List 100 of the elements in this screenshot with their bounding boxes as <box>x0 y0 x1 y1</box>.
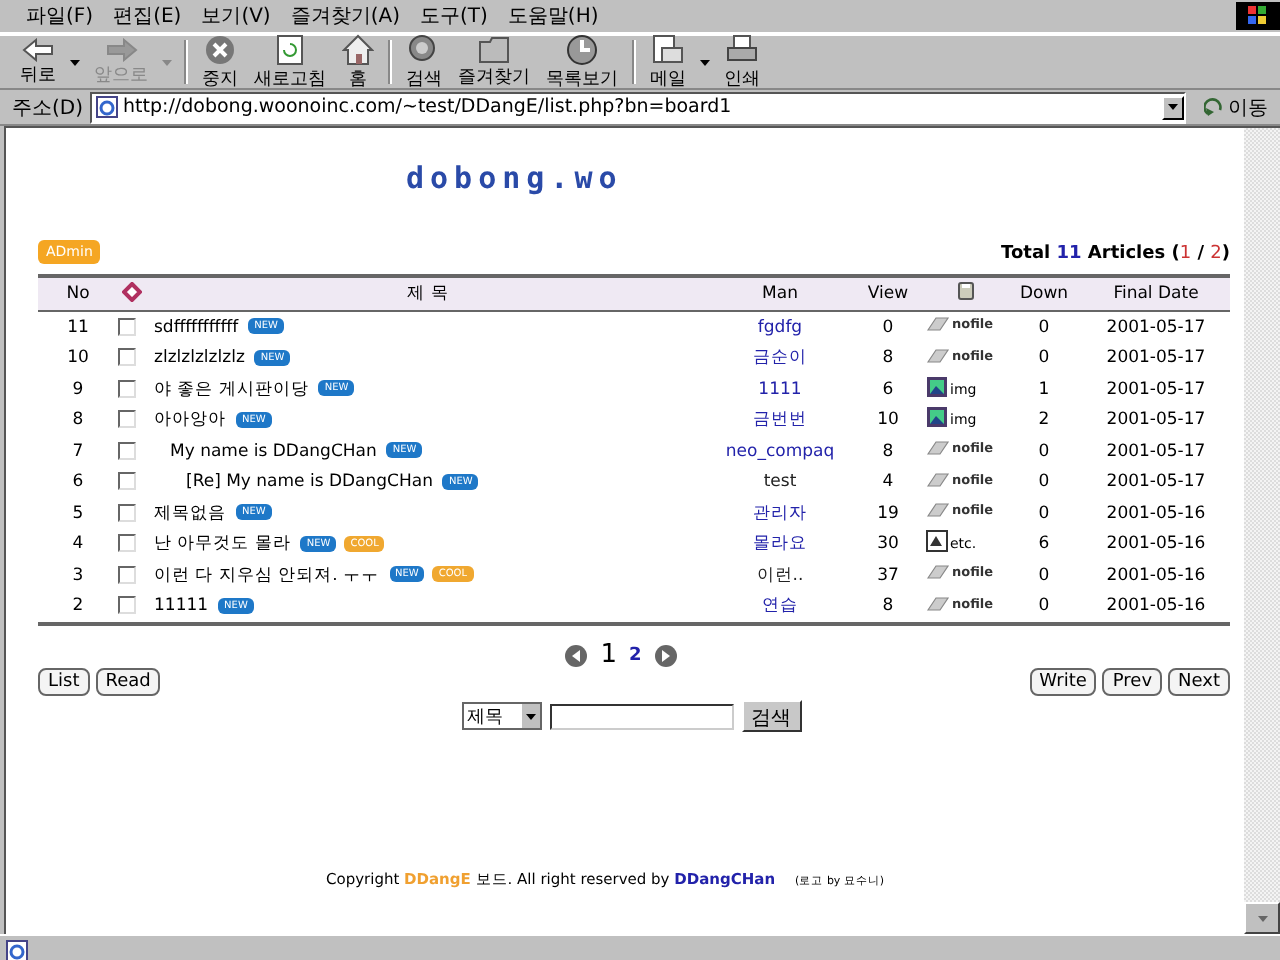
menu-item[interactable]: 즐겨찾기(A) <box>280 2 410 30</box>
search-type-dropdown[interactable]: 제목 <box>461 702 541 730</box>
checkbox[interactable] <box>118 596 136 615</box>
search-button[interactable]: 검색 <box>741 700 801 732</box>
go-button[interactable]: 이동 <box>1192 93 1276 121</box>
table-cell-text: 1 <box>1036 377 1052 404</box>
column-header: Man <box>710 276 850 311</box>
toolbar-button[interactable]: 목록보기 <box>538 33 626 91</box>
diamond-icon[interactable] <box>122 281 142 301</box>
table-cell: 2001-05-16 <box>1082 591 1230 624</box>
checkbox[interactable] <box>118 534 136 553</box>
checkbox[interactable] <box>118 379 136 398</box>
board-button[interactable]: Read <box>95 668 161 696</box>
checkbox[interactable] <box>118 410 136 429</box>
article-count: Total 11 Articles (1 / 2) <box>1001 244 1230 264</box>
post-title-link[interactable]: 아아앙아 <box>154 410 226 431</box>
board-button[interactable]: Next <box>1168 668 1230 696</box>
table-cell-text: 2001-05-17 <box>1104 346 1208 373</box>
post-title-link[interactable]: zlzlzlzlzlzlz <box>154 348 245 369</box>
table-cell-text: 8 <box>880 439 896 466</box>
author-link[interactable]: 몰라요 <box>753 534 807 555</box>
post-title-link[interactable]: My name is DDangCHan <box>170 441 377 462</box>
checkbox[interactable] <box>118 472 136 491</box>
dropdown-caret-icon[interactable] <box>525 713 535 719</box>
table-cell-text: 2001-05-17 <box>1104 377 1208 404</box>
page-link[interactable]: 1 <box>600 640 617 670</box>
table-cell-text: 6 <box>880 377 896 404</box>
scroll-down-icon[interactable] <box>1244 902 1280 934</box>
menu-item[interactable]: 도움말(H) <box>497 2 609 30</box>
previous-page-icon[interactable] <box>564 643 589 667</box>
author-link[interactable]: 1111 <box>758 379 802 400</box>
table-cell-text: 2001-05-17 <box>1104 408 1208 435</box>
dropdown-caret-icon[interactable] <box>700 59 710 65</box>
table-cell-text: 6 <box>1036 532 1052 559</box>
post-title-link[interactable]: 이런 다 지우심 안되져. ㅜㅜ <box>154 565 380 586</box>
post-title-link[interactable]: 제목없음 <box>154 503 226 524</box>
toolbar-button[interactable]: 새로고침 <box>246 33 334 91</box>
table-cell-text: 0 <box>1036 470 1052 497</box>
checkbox[interactable] <box>118 317 136 336</box>
page-icon <box>95 96 118 118</box>
menu-item[interactable]: 파일(F) <box>16 2 104 30</box>
menu-item[interactable]: 도구(T) <box>410 2 498 30</box>
dropdown-caret-icon[interactable] <box>1162 95 1184 119</box>
column-header: 제 목 <box>146 276 710 311</box>
dropdown-caret-icon[interactable] <box>70 59 80 65</box>
post-title-link[interactable]: 야 좋은 게시판이당 <box>154 379 309 400</box>
board-button[interactable]: Prev <box>1102 668 1163 696</box>
post-title-link[interactable]: sdfffffffffff <box>154 317 239 338</box>
checkbox[interactable] <box>118 503 136 522</box>
table-cell-text: 19 <box>875 501 901 528</box>
table-cell-text: 0 <box>1036 501 1052 528</box>
table-cell-text: 2001-05-16 <box>1104 501 1208 528</box>
author-name: 이런.. <box>756 565 804 586</box>
table-cell: 8 <box>38 405 118 436</box>
post-title-link[interactable]: 11111 <box>154 596 209 617</box>
search-field[interactable] <box>549 703 733 729</box>
address-field[interactable]: http://dobong.woonoinc.com/~test/DDangE/list.php?bn=board1 <box>89 91 1186 123</box>
toolbar-button[interactable]: 검색 <box>398 33 450 91</box>
checkbox[interactable] <box>118 565 136 584</box>
column-header: Final Date <box>1082 276 1230 311</box>
table-cell: 6 <box>38 467 118 498</box>
board-button[interactable]: List <box>38 668 90 696</box>
table-cell: 3 <box>38 560 118 591</box>
table-cell-text: 2001-05-17 <box>1104 470 1208 497</box>
author-link[interactable]: 금번번 <box>753 410 807 431</box>
author-link[interactable]: 연습 <box>762 596 798 617</box>
table-cell: 30 <box>850 529 926 560</box>
toolbar-button[interactable]: 메일 <box>642 33 694 91</box>
table-cell: 4 <box>38 529 118 560</box>
menu-item[interactable]: 보기(V) <box>191 2 281 30</box>
menu-item[interactable]: 편집(E) <box>103 2 192 30</box>
author-link[interactable]: 관리자 <box>753 503 807 524</box>
toolbar-button[interactable]: 뒤로 <box>12 37 64 87</box>
post-title-link[interactable]: [Re] My name is DDangCHan <box>186 472 433 493</box>
site-logo[interactable]: dobong.wo <box>406 160 1244 224</box>
table-cell-text: 2001-05-17 <box>1104 439 1208 466</box>
toolbar-button[interactable]: 홈 <box>334 33 382 91</box>
table-cell-text: 10 <box>875 408 901 435</box>
toolbar-button[interactable]: 인쇄 <box>716 33 768 91</box>
forward-arrow-icon <box>105 37 137 61</box>
checkbox[interactable] <box>118 348 136 367</box>
author-link[interactable]: fgdfg <box>757 317 803 338</box>
table-cell: 0 <box>1006 591 1082 624</box>
toolbar-button[interactable]: 중지 <box>194 33 246 91</box>
next-page-icon[interactable] <box>653 643 678 667</box>
toolbar-button[interactable]: 즐겨찾기 <box>450 35 538 89</box>
page-icon <box>6 940 28 960</box>
house-icon <box>342 33 374 65</box>
board-button[interactable]: Write <box>1029 668 1097 696</box>
page-link[interactable]: 2 <box>629 645 642 665</box>
table-cell-text: 8 <box>880 346 896 373</box>
author-link[interactable]: 금순이 <box>753 348 807 369</box>
checkbox[interactable] <box>118 441 136 460</box>
address-label: 주소(D) <box>12 95 84 121</box>
table-cell-text: 2 <box>1036 408 1052 435</box>
table-cell-text: 37 <box>875 563 901 590</box>
post-title-link[interactable]: 난 아무것도 몰라 <box>154 534 291 555</box>
table-cell-text: 2001-05-16 <box>1104 532 1208 559</box>
author-link[interactable]: neo_compaq <box>725 441 835 462</box>
column-header: View <box>850 276 926 311</box>
